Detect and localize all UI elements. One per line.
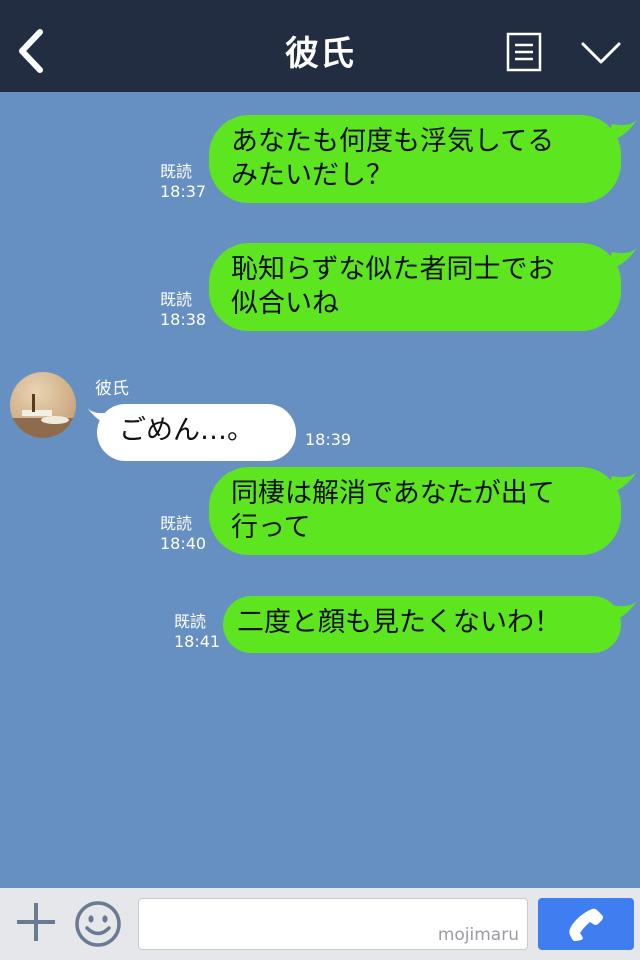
bubble-tail [606,470,638,494]
message-time: 18:37 [160,182,207,201]
chevron-down-icon[interactable] [580,38,622,68]
outgoing-message-bubble[interactable]: あなたも何度も浮気してる みたいだし？ [209,115,621,203]
chat-header: 彼氏 [0,0,640,92]
bubble-tail [606,118,638,142]
message-time: 18:40 [160,534,207,553]
plus-icon[interactable] [14,900,58,944]
bubble-tail [606,599,638,623]
phone-icon [569,908,603,941]
call-button[interactable] [538,898,634,950]
read-label: 既読 [174,612,207,631]
read-label: 既読 [160,514,193,533]
bubble-tail [606,246,638,270]
watermark-text: mojimaru [437,925,519,945]
read-label: 既読 [160,290,193,309]
read-label: 既読 [160,162,193,181]
chat-title: 彼氏 [285,34,355,74]
message-meta: 既読 18:40 [160,514,206,554]
message-meta: 既読 18:38 [160,290,206,330]
outgoing-message-bubble[interactable]: 恥知らずな似た者同士でお 似合いね [209,243,621,331]
message-time: 18:41 [174,632,221,651]
message-time: 18:38 [160,310,207,329]
chat-area[interactable]: 既読 18:37 あなたも何度も浮気してる みたいだし？ 既読 18:38 恥知… [0,92,640,888]
outgoing-message-bubble[interactable]: 二度と顔も見たくないわ！ [223,596,621,653]
message-meta: 既読 18:37 [160,162,206,202]
emoji-icon[interactable] [74,900,122,948]
sender-name: 彼氏 [95,379,129,399]
message-input-bar: mojimaru [0,888,640,960]
outgoing-message-bubble[interactable]: 同棲は解消であなたが出て 行って [209,467,621,555]
message-meta: 既読 18:41 [174,612,220,652]
incoming-message-bubble[interactable]: ごめん…。 [97,404,296,461]
message-input[interactable]: mojimaru [138,898,528,950]
message-time: 18:39 [305,430,352,449]
contact-avatar[interactable] [10,372,76,438]
menu-list-icon[interactable] [506,32,542,72]
